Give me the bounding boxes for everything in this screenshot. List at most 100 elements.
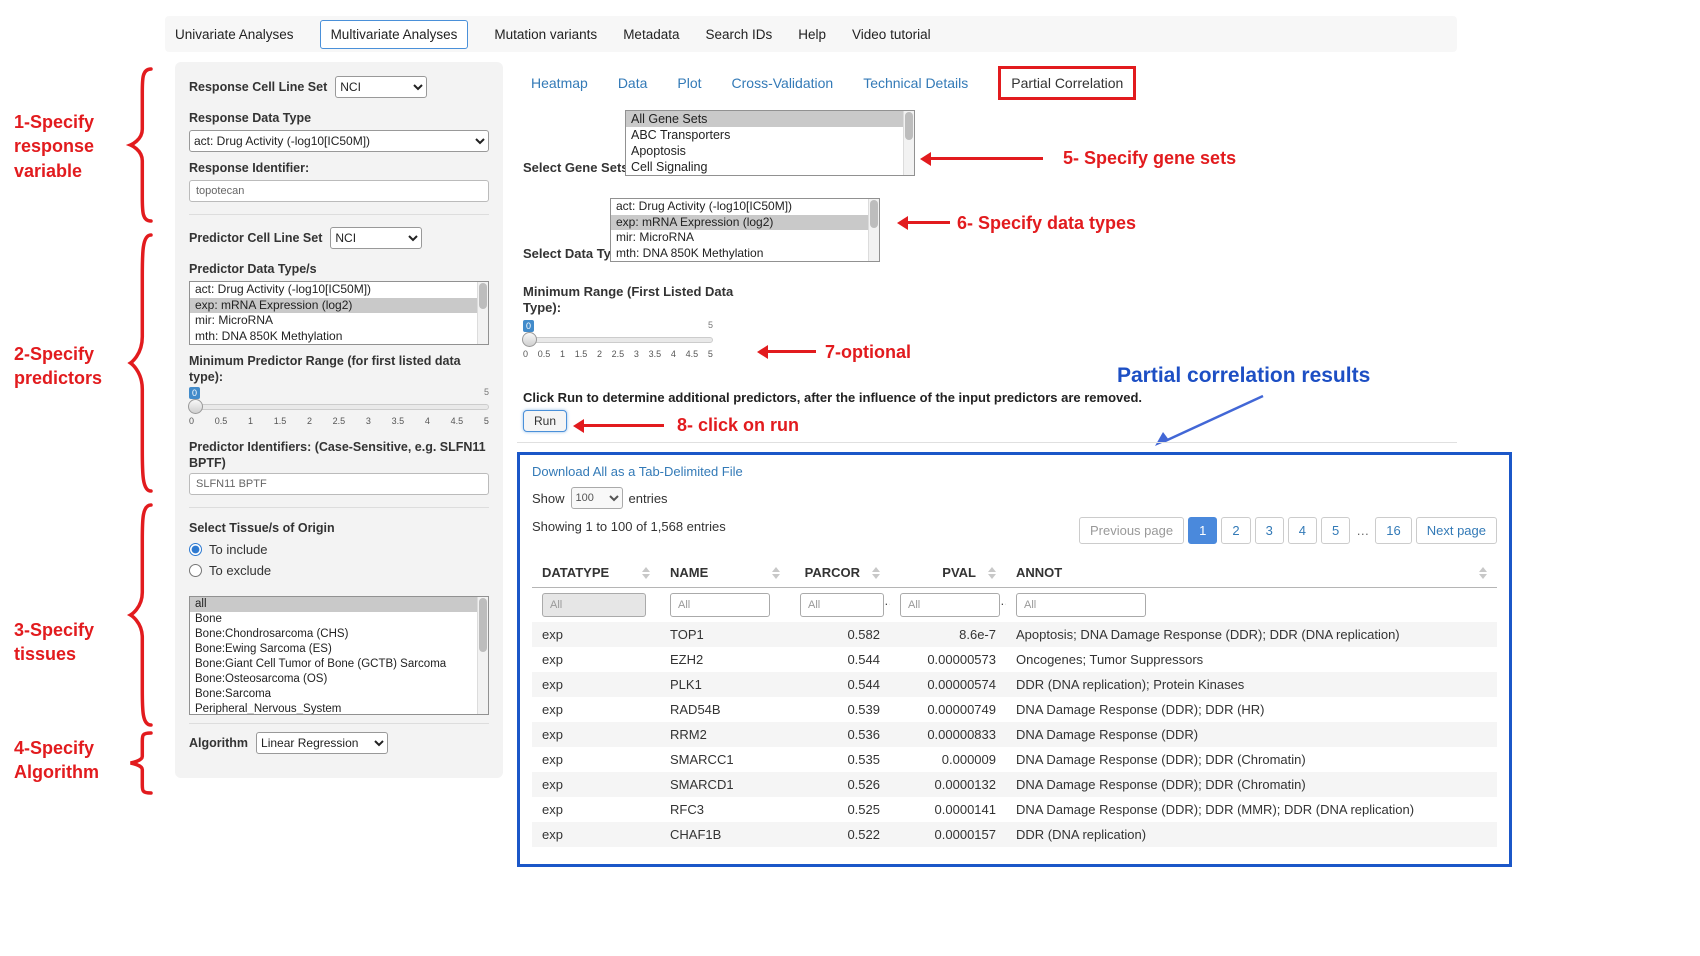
column-header[interactable]: DATATYPE [532, 558, 660, 588]
listbox-option[interactable]: Cell Signaling [626, 159, 914, 175]
cell-pval: 0.00000573 [890, 647, 1006, 672]
tissue-include-radio[interactable] [189, 543, 202, 556]
predictor-data-types-listbox[interactable]: act: Drug Activity (-log10[IC50M])exp: m… [189, 281, 489, 345]
page-button[interactable]: … [1354, 518, 1371, 543]
filter-annot-input[interactable] [1016, 593, 1146, 617]
cell-datatype: exp [532, 722, 660, 747]
arrow-step5 [931, 157, 1043, 160]
cell-name: SMARCD1 [660, 772, 790, 797]
listbox-option[interactable]: mth: DNA 850K Methylation [190, 329, 488, 345]
listbox-option[interactable]: Bone [190, 612, 488, 627]
page-button[interactable]: 3 [1255, 517, 1284, 544]
slider-handle[interactable] [188, 399, 203, 414]
scrollbar-thumb[interactable] [479, 598, 487, 652]
slider-tick-label: 1.5 [274, 416, 287, 426]
page-button[interactable]: 1 [1188, 517, 1217, 544]
scrollbar[interactable] [903, 111, 914, 175]
entries-select[interactable]: 100 [571, 487, 623, 509]
listbox-option[interactable]: mth: DNA 850K Methylation [611, 246, 879, 262]
results-arrow [1145, 390, 1275, 454]
tab[interactable]: Heatmap [531, 75, 588, 91]
response-cell-line-select[interactable]: NCI [335, 76, 427, 98]
page-button[interactable]: Previous page [1079, 517, 1184, 544]
entries-suffix: entries [629, 491, 668, 506]
scrollbar-thumb[interactable] [905, 112, 913, 140]
filter-pval-input[interactable] [900, 593, 1000, 617]
column-header[interactable]: PVAL [890, 558, 1006, 588]
column-header[interactable]: NAME [660, 558, 790, 588]
listbox-option[interactable]: Bone:Ewing Sarcoma (ES) [190, 642, 488, 657]
listbox-option[interactable]: mir: MicroRNA [190, 313, 488, 329]
nav-item[interactable]: Help [798, 27, 826, 42]
tab[interactable]: Partial Correlation [998, 66, 1136, 100]
page-button[interactable]: 2 [1221, 517, 1250, 544]
tab[interactable]: Data [618, 75, 648, 91]
column-header[interactable]: ANNOT [1006, 558, 1497, 588]
cell-annot: Oncogenes; Tumor Suppressors [1006, 647, 1497, 672]
gene-sets-listbox[interactable]: All Gene SetsABC TransportersApoptosisCe… [625, 110, 915, 176]
listbox-option[interactable]: act: Drug Activity (-log10[IC50M]) [611, 199, 879, 215]
slider-tick-label: 3 [366, 416, 371, 426]
table-body: exp TOP1 0.582 8.6e-7 Apoptosis; DNA Dam… [532, 622, 1497, 847]
page-button[interactable]: 5 [1321, 517, 1350, 544]
run-button[interactable]: Run [523, 410, 567, 432]
scrollbar-thumb[interactable] [479, 283, 487, 309]
slider-handle[interactable] [522, 332, 537, 347]
filter-name-input[interactable] [670, 593, 770, 617]
listbox-option[interactable]: Bone:Chondrosarcoma (CHS) [190, 627, 488, 642]
listbox-option[interactable]: exp: mRNA Expression (log2) [611, 215, 879, 231]
listbox-option[interactable]: mir: MicroRNA [611, 230, 879, 246]
min-range-slider[interactable]: 0 5 00.511.522.533.544.55 [523, 320, 713, 364]
response-data-type-select[interactable]: act: Drug Activity (-log10[IC50M]) [189, 130, 489, 152]
tab[interactable]: Plot [677, 75, 701, 91]
listbox-option[interactable]: exp: mRNA Expression (log2) [190, 298, 488, 314]
download-link[interactable]: Download All as a Tab-Delimited File [532, 464, 743, 479]
nav-item[interactable]: Univariate Analyses [175, 27, 294, 42]
cell-annot: Apoptosis; DNA Damage Response (DDR); DD… [1006, 622, 1497, 647]
scrollbar[interactable] [477, 597, 488, 714]
scrollbar[interactable] [477, 282, 488, 344]
nav-item[interactable]: Metadata [623, 27, 679, 42]
run-instruction: Click Run to determine additional predic… [523, 390, 1243, 405]
tissue-exclude-radio[interactable] [189, 564, 202, 577]
nav-item[interactable]: Multivariate Analyses [320, 20, 469, 49]
slider-track[interactable] [523, 337, 713, 343]
tab[interactable]: Cross-Validation [732, 75, 834, 91]
tissue-listbox[interactable]: allBoneBone:Chondrosarcoma (CHS)Bone:Ewi… [189, 596, 489, 715]
listbox-option[interactable]: Bone:Osteosarcoma (OS) [190, 672, 488, 687]
listbox-option[interactable]: Bone:Sarcoma [190, 687, 488, 702]
filter-datatype-input[interactable] [542, 593, 646, 617]
slider-tick-label: 3 [634, 349, 639, 359]
listbox-option[interactable]: Peripheral_Nervous_System [190, 702, 488, 715]
scrollbar[interactable] [868, 199, 879, 261]
listbox-option[interactable]: All Gene Sets [626, 111, 914, 127]
filter-parcor-input[interactable] [800, 593, 884, 617]
listbox-option[interactable]: Apoptosis [626, 143, 914, 159]
cell-pval: 0.0000132 [890, 772, 1006, 797]
listbox-option[interactable]: act: Drug Activity (-log10[IC50M]) [190, 282, 488, 298]
page-button[interactable]: Next page [1416, 517, 1497, 544]
listbox-option[interactable]: Bone:Giant Cell Tumor of Bone (GCTB) Sar… [190, 657, 488, 672]
predictor-range-slider[interactable]: 0 5 00.511.522.533.544.55 [189, 387, 489, 431]
algorithm-select[interactable]: Linear Regression [256, 732, 388, 754]
predictor-cell-line-select[interactable]: NCI [330, 227, 422, 249]
predictor-identifiers-input[interactable] [189, 473, 489, 495]
scrollbar-thumb[interactable] [870, 200, 878, 228]
listbox-option[interactable]: all [190, 597, 488, 612]
listbox-option[interactable]: ABC Transporters [626, 127, 914, 143]
page-button[interactable]: 16 [1375, 517, 1411, 544]
nav-item[interactable]: Mutation variants [494, 27, 597, 42]
slider-tick-label: 1 [248, 416, 253, 426]
page-button[interactable]: 4 [1288, 517, 1317, 544]
annotation-step6: 6- Specify data types [957, 211, 1136, 235]
column-header[interactable]: PARCOR [790, 558, 890, 588]
nav-item[interactable]: Search IDs [705, 27, 772, 42]
data-types-listbox[interactable]: act: Drug Activity (-log10[IC50M])exp: m… [610, 198, 880, 262]
slider-track[interactable] [189, 404, 489, 410]
tab[interactable]: Technical Details [863, 75, 968, 91]
nav-item[interactable]: Video tutorial [852, 27, 931, 42]
cell-annot: DNA Damage Response (DDR); DDR (Chromati… [1006, 747, 1497, 772]
slider-tick-label: 0.5 [215, 416, 228, 426]
slider-tick-label: 2.5 [333, 416, 346, 426]
response-identifier-input[interactable] [189, 180, 489, 202]
